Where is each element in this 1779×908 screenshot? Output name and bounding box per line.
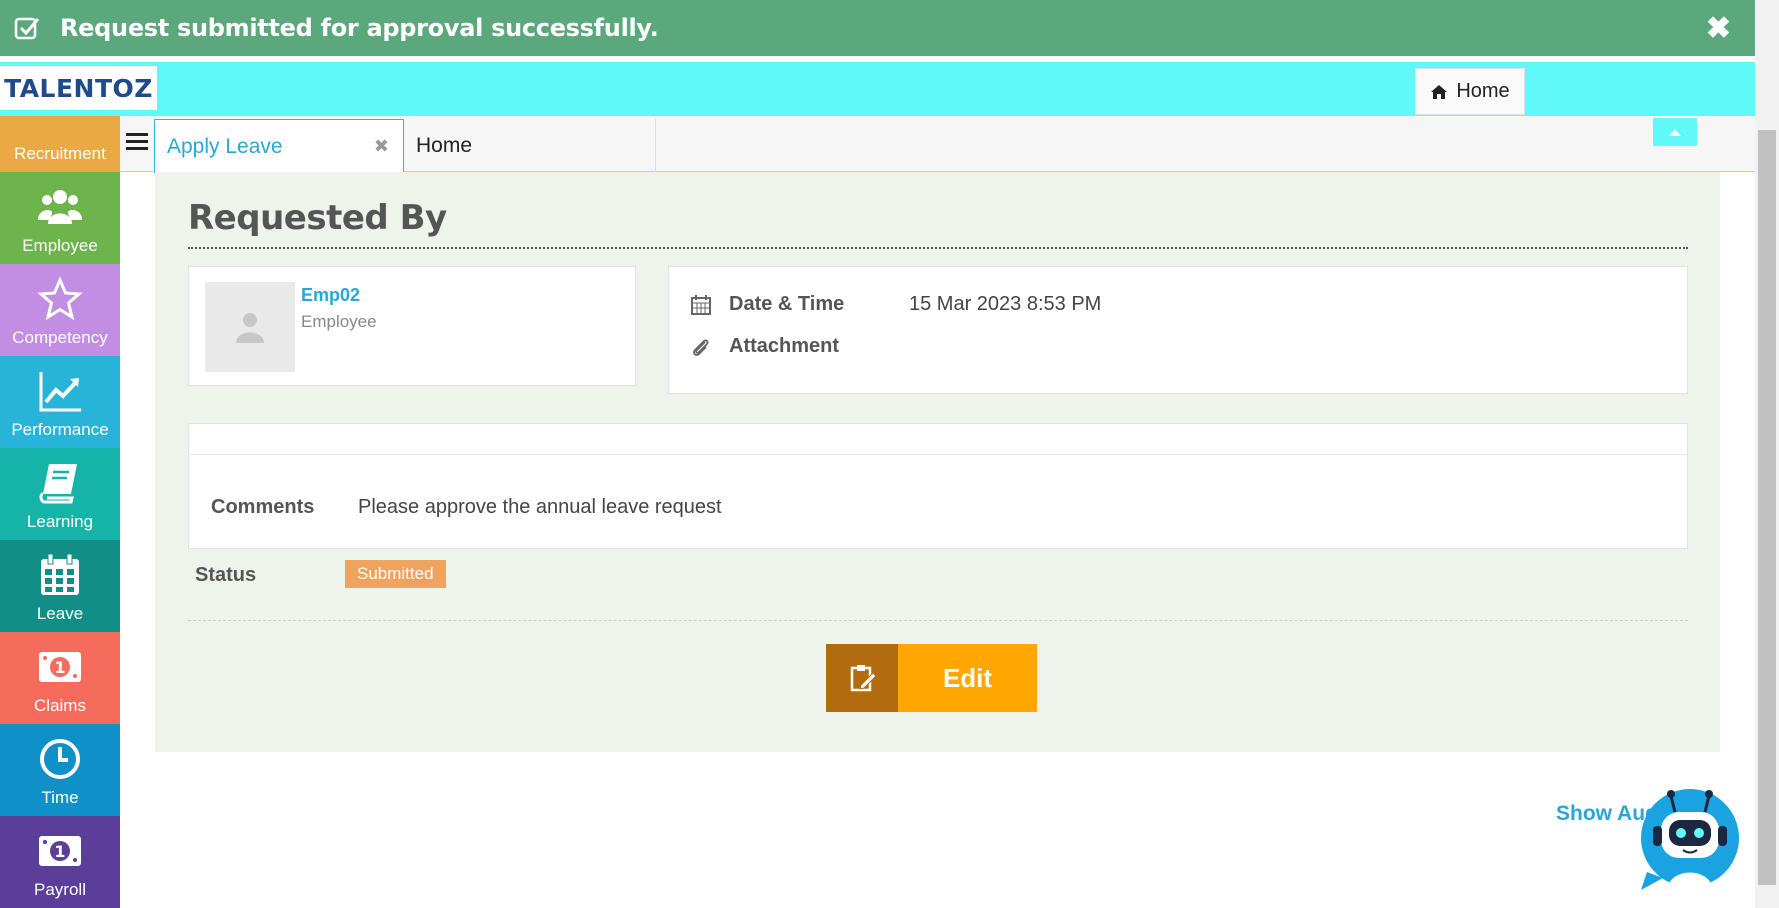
- chatbot-icon[interactable]: [1637, 782, 1743, 892]
- sidebar-item-claims[interactable]: 1 Claims: [0, 632, 120, 724]
- request-panel: Requested By Emp02 Employee Date & Time …: [155, 172, 1720, 752]
- svg-text:1: 1: [54, 842, 65, 861]
- sidebar-item-label: Recruitment: [14, 144, 106, 163]
- sidebar-item-label: Performance: [11, 420, 109, 439]
- home-button[interactable]: Home: [1415, 68, 1525, 115]
- attachment-row: Attachment: [691, 335, 909, 358]
- paperclip-icon: [693, 338, 709, 356]
- page-title: Requested By: [188, 198, 447, 238]
- divider: [188, 620, 1688, 621]
- home-button-label: Home: [1456, 80, 1510, 102]
- close-icon[interactable]: ✖: [374, 136, 389, 157]
- scrollbar[interactable]: [1755, 0, 1779, 908]
- svg-text:1: 1: [54, 658, 65, 677]
- scroll-up-button[interactable]: [1653, 118, 1697, 146]
- logo[interactable]: TALENTOZ: [0, 66, 157, 110]
- sidebar-item-label: Payroll: [34, 880, 86, 899]
- sidebar: Recruitment Employee Competency Performa…: [0, 116, 120, 908]
- sidebar-item-payroll[interactable]: 1 Payroll: [0, 816, 120, 908]
- sidebar-item-leave[interactable]: Leave: [0, 540, 120, 632]
- calendar-icon: [691, 294, 711, 315]
- datetime-card: Date & Time 15 Mar 2023 8:53 PM Attachme…: [668, 266, 1688, 394]
- scrollbar-thumb[interactable]: [1758, 130, 1776, 885]
- sidebar-item-label: Learning: [26, 512, 94, 531]
- avatar: [205, 282, 295, 372]
- tab-label: Apply Leave: [167, 134, 283, 158]
- divider: [188, 247, 1688, 249]
- comments-label: Comments: [211, 496, 315, 518]
- users-icon: [38, 190, 82, 224]
- datetime-row: Date & Time 15 Mar 2023 8:53 PM: [691, 293, 1101, 316]
- clipboard-edit-icon: [850, 665, 877, 692]
- edit-button[interactable]: Edit: [826, 644, 1037, 712]
- tab-bar: Apply Leave ✖ Home: [120, 116, 1755, 173]
- comments-card: Comments Please approve the annual leave…: [188, 423, 1688, 549]
- money-icon: 1: [39, 652, 81, 682]
- close-icon[interactable]: ✖: [1706, 14, 1731, 44]
- employee-role: Employee: [301, 312, 377, 331]
- tab-label: Home: [416, 133, 473, 157]
- attachment-label: Attachment: [729, 335, 840, 357]
- sidebar-item-label: Time: [41, 788, 79, 807]
- status-badge: Submitted: [345, 560, 446, 588]
- star-icon: [37, 276, 83, 321]
- sidebar-item-label: Claims: [34, 696, 86, 715]
- sidebar-item-label: Leave: [36, 604, 84, 623]
- edit-button-label: Edit: [898, 644, 1037, 712]
- money-icon: 1: [39, 836, 81, 866]
- divider: [189, 454, 1687, 455]
- status-label: Status: [195, 564, 257, 586]
- success-banner: Request submitted for approval successfu…: [0, 0, 1755, 56]
- hamburger-menu-icon[interactable]: [126, 132, 148, 152]
- checkbox-check-icon: [14, 17, 40, 40]
- sidebar-item-label: Competency: [12, 328, 108, 347]
- book-icon: [39, 464, 77, 504]
- calendar-icon: [41, 553, 79, 595]
- sidebar-item-time[interactable]: Time: [0, 724, 120, 816]
- employee-name-link[interactable]: Emp02: [301, 285, 360, 306]
- tab-home[interactable]: Home: [404, 119, 656, 172]
- sidebar-item-performance[interactable]: Performance: [0, 356, 120, 448]
- sidebar-item-employee[interactable]: Employee: [0, 172, 120, 264]
- home-icon: [1431, 84, 1448, 99]
- datetime-value: 15 Mar 2023 8:53 PM: [909, 293, 1102, 315]
- chart-icon: [39, 372, 81, 412]
- sidebar-item-label: Employee: [22, 236, 98, 255]
- edit-icon-box: [826, 644, 898, 712]
- user-placeholder-icon: [236, 313, 264, 343]
- banner-message: Request submitted for approval successfu…: [60, 14, 659, 42]
- caret-up-icon: [1669, 129, 1681, 136]
- datetime-label: Date & Time: [729, 293, 845, 315]
- employee-card: Emp02 Employee: [188, 266, 636, 386]
- sidebar-item-recruitment[interactable]: Recruitment: [0, 116, 120, 172]
- sidebar-item-learning[interactable]: Learning: [0, 448, 120, 540]
- sidebar-item-competency[interactable]: Competency: [0, 264, 120, 356]
- tab-apply-leave[interactable]: Apply Leave ✖: [154, 119, 404, 173]
- clock-icon: [40, 739, 80, 779]
- comments-value: Please approve the annual leave request: [358, 496, 722, 518]
